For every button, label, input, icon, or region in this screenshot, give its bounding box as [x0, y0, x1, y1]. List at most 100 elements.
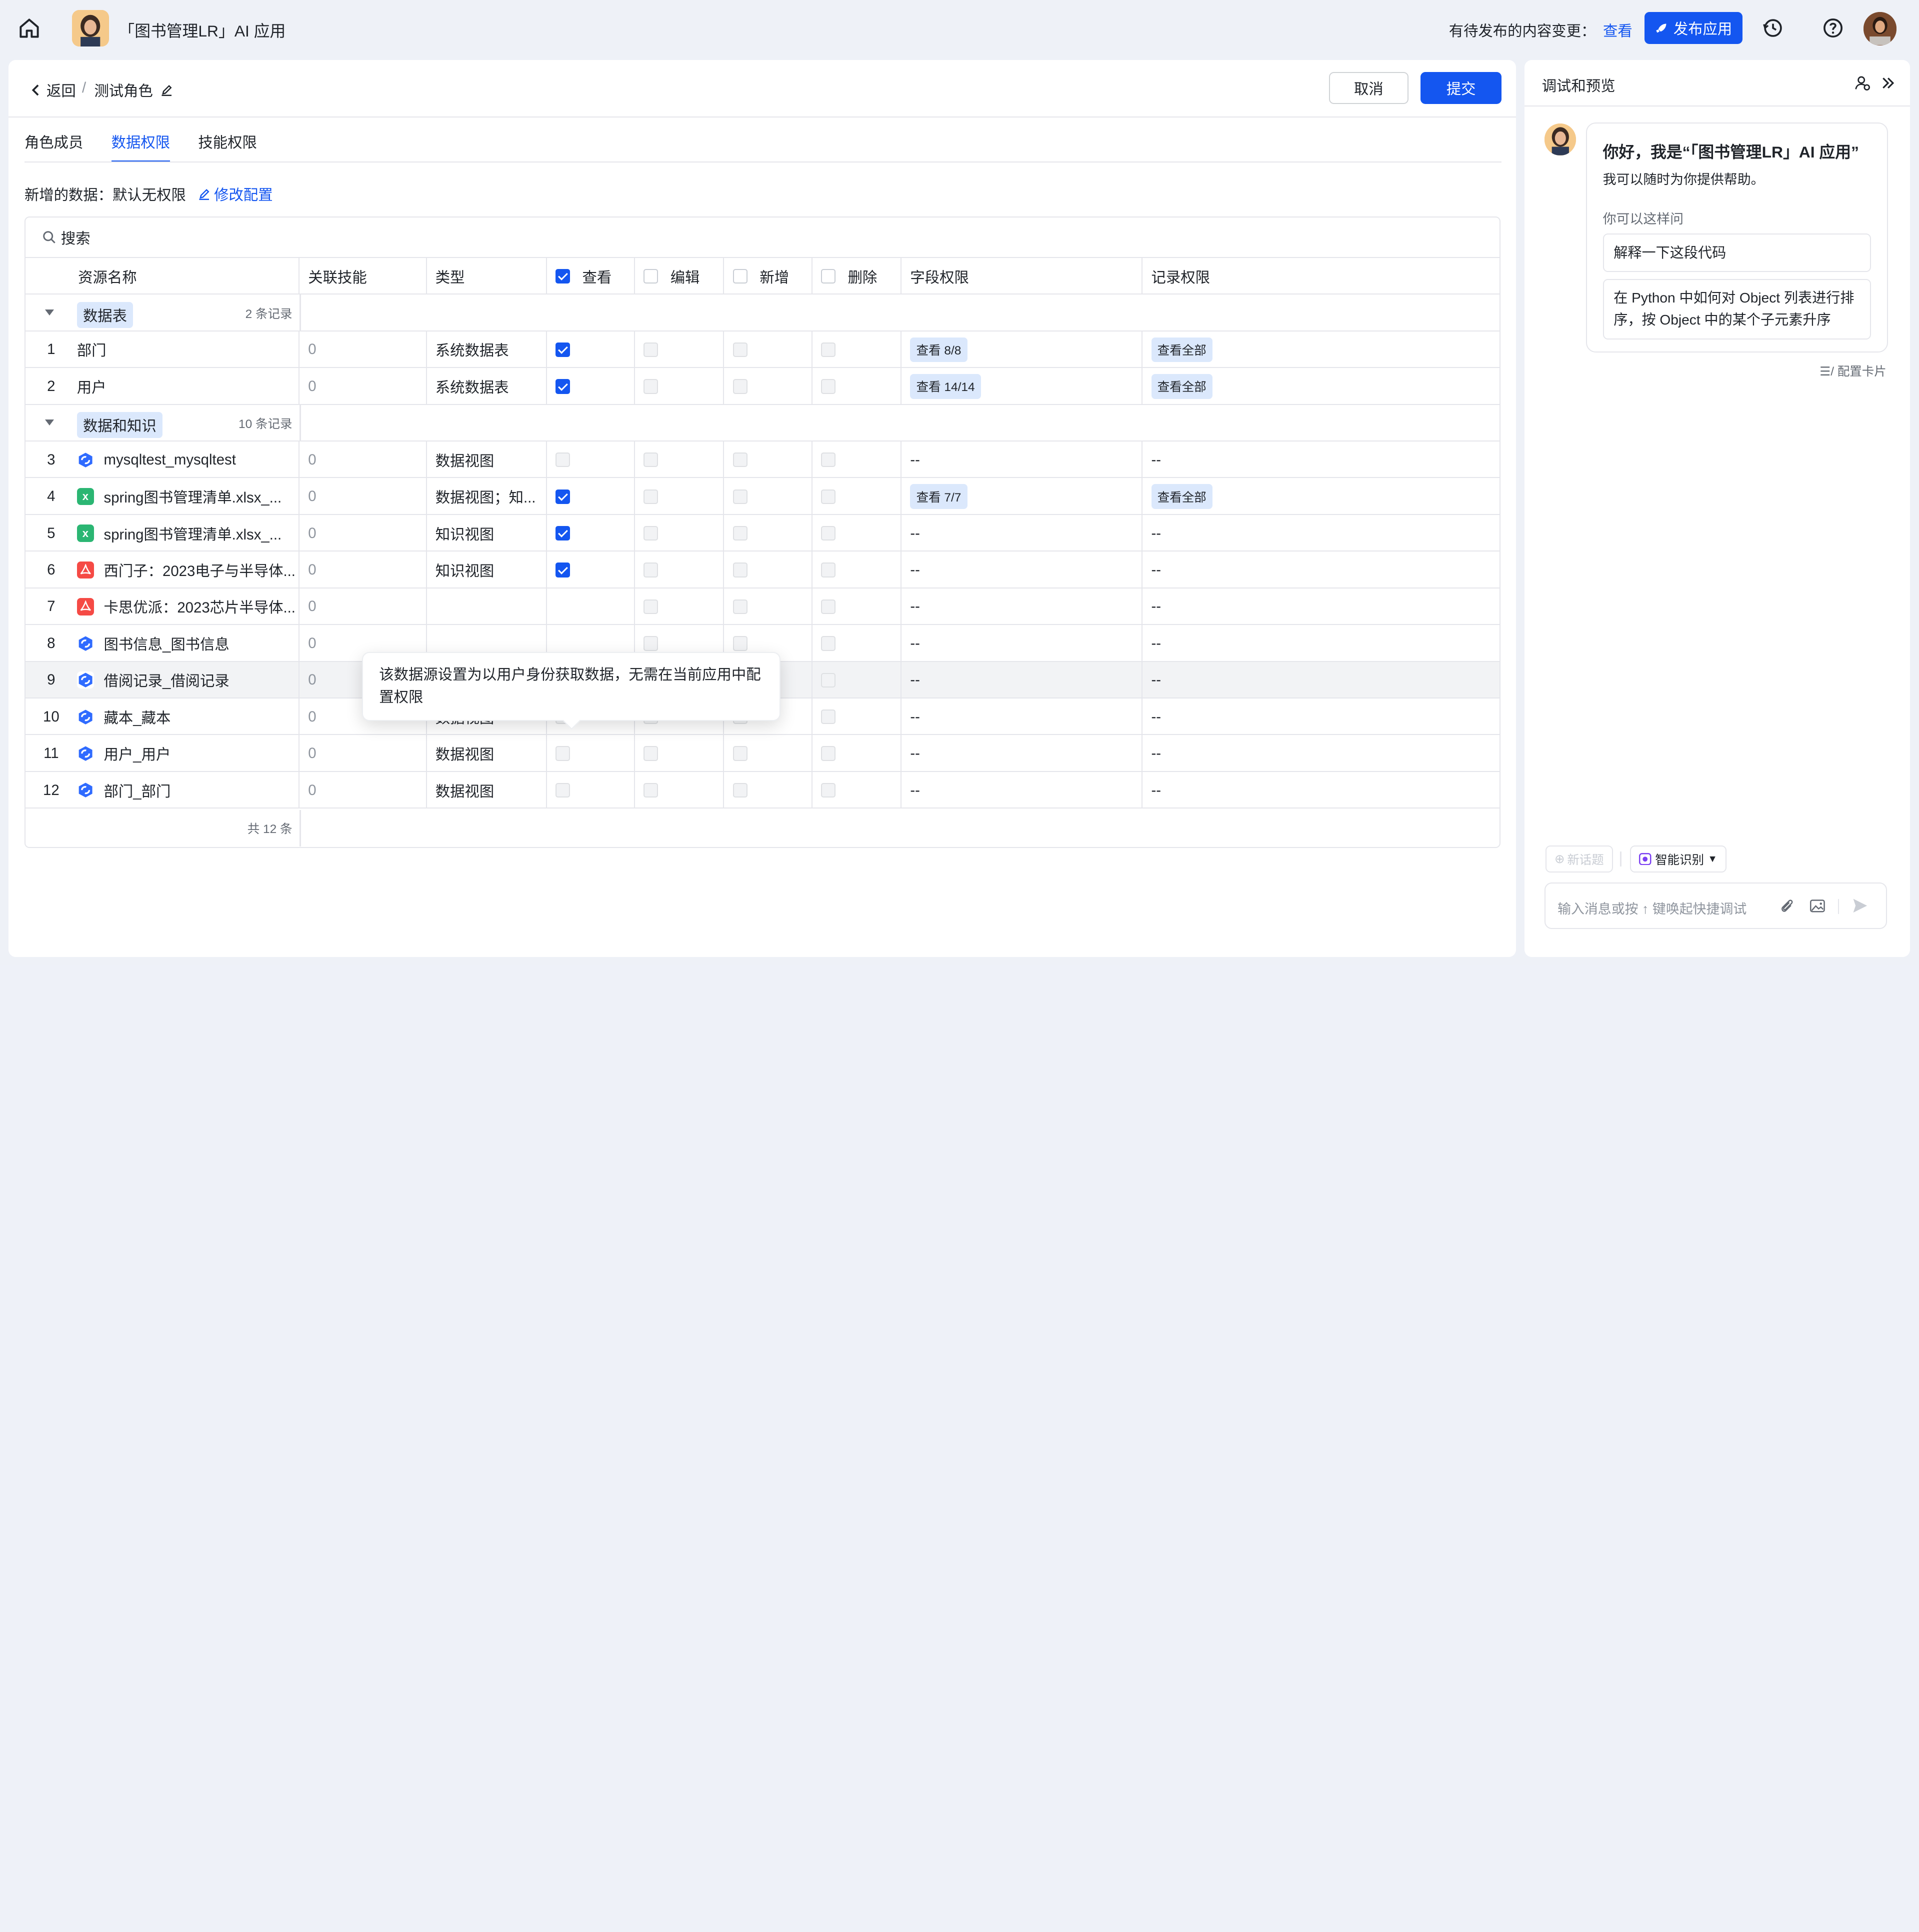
- delete-checkbox[interactable]: [820, 599, 836, 614]
- collapse-icon[interactable]: [1880, 74, 1896, 92]
- view-checkbox[interactable]: [555, 342, 570, 358]
- edit-checkbox[interactable]: [643, 782, 658, 798]
- edit-checkbox[interactable]: [643, 452, 658, 468]
- publish-button[interactable]: 发布应用: [1644, 12, 1743, 44]
- edit-checkbox[interactable]: [643, 562, 658, 578]
- help-icon[interactable]: [1822, 17, 1844, 39]
- delete-all-checkbox[interactable]: [820, 268, 836, 284]
- resource-name[interactable]: x spring图书管理清单.xlsx_...: [76, 523, 282, 544]
- delete-checkbox[interactable]: [820, 710, 836, 724]
- view-checkbox[interactable]: [555, 562, 570, 578]
- field-permission-tag[interactable]: 查看 14/14: [910, 374, 981, 399]
- edit-checkbox[interactable]: [643, 599, 658, 614]
- add-all-checkbox[interactable]: [732, 268, 748, 284]
- cell-type: 知识视图: [427, 552, 547, 588]
- delete-checkbox[interactable]: [820, 672, 836, 688]
- delete-checkbox[interactable]: [820, 562, 836, 578]
- delete-checkbox[interactable]: [820, 526, 836, 541]
- new-topic-button[interactable]: ⊕ 新话题: [1546, 846, 1613, 872]
- field-permission-tag[interactable]: 查看 7/7: [910, 484, 968, 509]
- edit-icon[interactable]: [160, 84, 172, 96]
- send-icon[interactable]: [1851, 896, 1870, 915]
- add-checkbox[interactable]: [732, 452, 748, 468]
- resource-name[interactable]: 用户: [77, 376, 106, 397]
- search-input[interactable]: 搜索: [61, 227, 90, 248]
- resource-name[interactable]: x spring图书管理清单.xlsx_...: [76, 486, 282, 507]
- config-card-icon: ☰/: [1820, 365, 1838, 379]
- home-icon[interactable]: [17, 16, 42, 40]
- record-permission-tag[interactable]: 查看全部: [1151, 337, 1212, 362]
- config-card-link[interactable]: ☰/ 配置卡片: [1820, 362, 1886, 380]
- resource-name[interactable]: mysqltest_mysqltest: [76, 451, 236, 468]
- image-icon[interactable]: [1810, 898, 1826, 914]
- smart-recognition-dropdown[interactable]: 智能识别 ▼: [1630, 846, 1727, 872]
- add-checkbox[interactable]: [732, 636, 748, 651]
- back-button[interactable]: 返回: [30, 80, 76, 100]
- record-permission-tag[interactable]: 查看全部: [1151, 484, 1212, 509]
- cell-add: [724, 442, 812, 478]
- suggestion-item[interactable]: 在 Python 中如何对 Object 列表进行排序，按 Object 中的某…: [1602, 278, 1871, 340]
- delete-checkbox[interactable]: [820, 636, 836, 651]
- tab-skill-permissions[interactable]: 技能权限: [198, 131, 256, 163]
- resource-name[interactable]: 图书信息_图书信息: [76, 633, 230, 654]
- user-settings-icon[interactable]: [1854, 74, 1871, 92]
- resource-name[interactable]: 部门_部门: [76, 780, 170, 801]
- resource-name[interactable]: 西门子：2023电子与半导体...: [76, 560, 296, 580]
- resource-name[interactable]: 借阅记录_借阅记录: [76, 670, 230, 690]
- edit-all-checkbox[interactable]: [643, 268, 658, 284]
- field-permission-tag[interactable]: 查看 8/8: [910, 337, 968, 362]
- resource-name[interactable]: 藏本_藏本: [76, 706, 170, 728]
- cancel-button[interactable]: 取消: [1328, 72, 1408, 104]
- group-row[interactable]: 数据和知识 10 条记录: [25, 404, 1500, 442]
- resource-name[interactable]: 用户_用户: [76, 743, 170, 764]
- cell-field-permission: 查看 7/7: [902, 478, 1143, 515]
- group-row[interactable]: 数据表 2 条记录: [25, 294, 1500, 332]
- edit-checkbox[interactable]: [643, 379, 658, 394]
- edit-checkbox[interactable]: [643, 489, 658, 504]
- user-avatar[interactable]: [1864, 12, 1897, 46]
- delete-checkbox[interactable]: [820, 342, 836, 358]
- add-checkbox[interactable]: [732, 782, 748, 798]
- tab-data-permissions[interactable]: 数据权限: [111, 131, 170, 163]
- suggestion-item[interactable]: 解释一下这段代码: [1602, 234, 1871, 272]
- view-checkbox[interactable]: [555, 526, 570, 541]
- edit-checkbox[interactable]: [643, 636, 658, 651]
- delete-checkbox[interactable]: [820, 782, 836, 798]
- caret-down-icon[interactable]: [45, 419, 54, 426]
- caret-down-icon[interactable]: [45, 309, 54, 316]
- view-checkbox[interactable]: [555, 489, 570, 504]
- col-header-delete-label: 删除: [848, 269, 878, 286]
- add-checkbox[interactable]: [732, 526, 748, 541]
- edit-checkbox[interactable]: [643, 526, 658, 541]
- resource-name[interactable]: 部门: [77, 339, 106, 360]
- delete-checkbox[interactable]: [820, 379, 836, 394]
- cell-name: 7 卡思优派：2023芯片半导体...: [26, 588, 300, 626]
- add-checkbox[interactable]: [732, 562, 748, 578]
- add-checkbox[interactable]: [732, 379, 748, 394]
- edit-config-link[interactable]: 修改配置: [198, 184, 273, 204]
- view-checkbox[interactable]: [555, 452, 570, 468]
- resource-name[interactable]: 卡思优派：2023芯片半导体...: [76, 596, 296, 617]
- tab-members[interactable]: 角色成员: [24, 131, 83, 163]
- view-checkbox[interactable]: [555, 379, 570, 394]
- submit-button[interactable]: 提交: [1420, 72, 1502, 104]
- add-checkbox[interactable]: [732, 746, 748, 761]
- app-avatar: [72, 10, 109, 46]
- paperclip-icon[interactable]: [1779, 898, 1795, 914]
- view-checkbox[interactable]: [555, 782, 570, 798]
- edit-checkbox[interactable]: [643, 746, 658, 761]
- delete-checkbox[interactable]: [820, 452, 836, 468]
- view-checkbox[interactable]: [555, 746, 570, 761]
- delete-checkbox[interactable]: [820, 489, 836, 504]
- view-all-checkbox[interactable]: [555, 268, 570, 284]
- chat-input[interactable]: 输入消息或按 ↑ 键唤起快捷调试: [1544, 882, 1887, 929]
- add-checkbox[interactable]: [732, 489, 748, 504]
- search-bar[interactable]: 搜索: [25, 218, 1500, 258]
- add-checkbox[interactable]: [732, 599, 748, 614]
- history-icon[interactable]: [1762, 17, 1784, 39]
- pending-view-link[interactable]: 查看: [1603, 23, 1632, 40]
- add-checkbox[interactable]: [732, 342, 748, 358]
- record-permission-tag[interactable]: 查看全部: [1151, 374, 1212, 399]
- edit-checkbox[interactable]: [643, 342, 658, 358]
- delete-checkbox[interactable]: [820, 746, 836, 761]
